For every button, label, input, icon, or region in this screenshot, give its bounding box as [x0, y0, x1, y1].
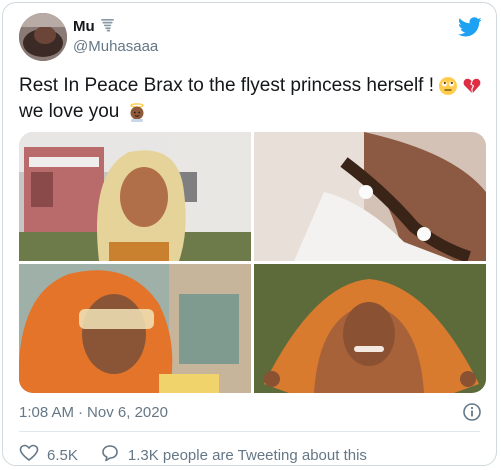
action-divider [19, 431, 480, 432]
tweet-date[interactable]: Nov 6, 2020 [87, 404, 168, 421]
conversation-label: 1.3K people are Tweeting about this [127, 446, 367, 464]
tweet-text: Rest In Peace Brax to the flyest princes… [19, 73, 482, 125]
face-with-rolling-eyes-icon [438, 76, 458, 96]
author-display-name[interactable]: Mu [73, 17, 115, 36]
tweet-text-segment-2: we love you [19, 101, 120, 122]
media-photo-1[interactable] [19, 132, 251, 261]
like-count: 6.5K [47, 446, 78, 464]
tweet-timestamp[interactable]: 1:08 AM · Nov 6, 2020 [19, 404, 168, 421]
timestamp-separator: · [78, 404, 84, 421]
info-icon[interactable] [462, 402, 482, 422]
media-grid [19, 132, 486, 393]
tweet-text-line-2: we love you [19, 99, 479, 125]
media-photo-2[interactable] [254, 132, 486, 261]
broken-heart-icon [462, 76, 482, 96]
tweet-card[interactable]: Mu @Muhasaaa Rest In Peace Brax to the f… [2, 2, 497, 466]
twitter-bird-icon[interactable] [458, 15, 482, 39]
tweet-time[interactable]: 1:08 AM [19, 404, 74, 421]
tweet-text-line-1: Rest In Peace Brax to the flyest princes… [19, 73, 482, 99]
media-photo-3[interactable] [19, 264, 251, 393]
baby-angel-icon [127, 102, 147, 122]
author-avatar[interactable] [19, 13, 67, 61]
author-handle[interactable]: @Muhasaaa [73, 38, 158, 55]
tweet-text-segment-1: Rest In Peace Brax to the flyest princes… [19, 75, 435, 96]
author-name-text: Mu [73, 18, 95, 35]
conversation-button[interactable]: 1.3K people are Tweeting about this [100, 443, 367, 467]
tornado-icon [100, 17, 115, 36]
media-photo-4[interactable] [254, 264, 486, 393]
speech-bubble-icon [100, 443, 120, 467]
heart-icon [19, 443, 39, 467]
like-button[interactable]: 6.5K [19, 443, 78, 467]
tweet-actions: 6.5K 1.3K people are Tweeting about this [19, 443, 389, 467]
